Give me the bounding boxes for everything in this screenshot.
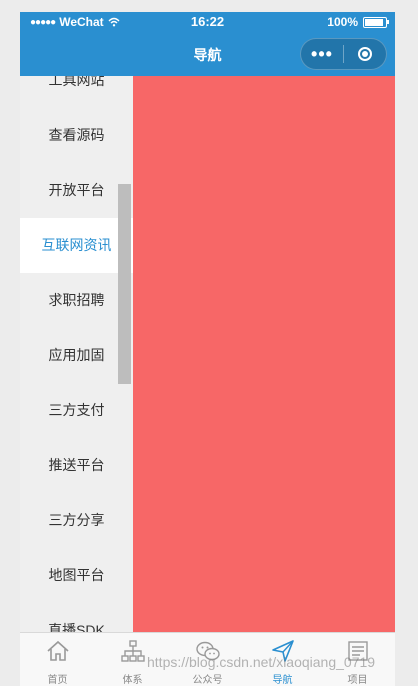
watermark-text: https://blog.csdn.net/xiaoqiang_0719 [147, 654, 376, 670]
tab-label: 体系 [122, 675, 143, 686]
close-miniprogram-button[interactable] [344, 47, 386, 61]
sidebar-item[interactable]: 推送平台 [20, 438, 133, 493]
sidebar-item[interactable]: 地图平台 [20, 548, 133, 603]
sidebar-scrollbar[interactable] [118, 184, 131, 384]
sidebar-list: 工具网站 查看源码 开放平台 互联网资讯 求职招聘 应用加固 三方支付 推送平台 三方分享 地图平… [20, 76, 133, 632]
target-close-icon [358, 47, 372, 61]
sidebar-item[interactable]: 查看源码 [20, 108, 133, 163]
tab-label: 首页 [47, 675, 68, 686]
content-panel [133, 76, 395, 632]
battery-percent: 100% [327, 15, 358, 29]
tab-label: 项目 [347, 675, 368, 686]
sidebar-item[interactable]: 三方支付 [20, 383, 133, 438]
top-bar: ●●●●● WeChat 16:22 100% 导航 ••• [20, 12, 395, 76]
hierarchy-icon [120, 638, 146, 669]
phone-screen: ●●●●● WeChat 16:22 100% 导航 ••• 工具网站 查看源码… [20, 12, 395, 686]
more-menu-button[interactable]: ••• [301, 45, 343, 63]
battery-icon [363, 16, 389, 28]
tab-1[interactable]: 首页 [20, 633, 95, 686]
tab-label: 导航 [272, 675, 293, 686]
home-icon [45, 638, 71, 669]
sidebar-item[interactable]: 应用加固 [20, 328, 133, 383]
sidebar-item[interactable]: 互联网资讯 [20, 218, 133, 273]
sidebar-item[interactable]: 工具网站 [20, 76, 133, 108]
category-sidebar[interactable]: 工具网站 查看源码 开放平台 互联网资讯 求职招聘 应用加固 三方支付 推送平台 三方分享 地图平… [20, 76, 133, 632]
sidebar-item[interactable]: 三方分享 [20, 493, 133, 548]
status-bar: ●●●●● WeChat 16:22 100% [20, 12, 395, 32]
sidebar-item[interactable]: 直播SDK [20, 603, 133, 632]
miniprogram-capsule: ••• [300, 38, 387, 70]
sidebar-item[interactable]: 求职招聘 [20, 273, 133, 328]
sidebar-item[interactable]: 开放平台 [20, 163, 133, 218]
tab-label: 公众号 [192, 675, 223, 686]
status-right: 100% [327, 15, 389, 29]
